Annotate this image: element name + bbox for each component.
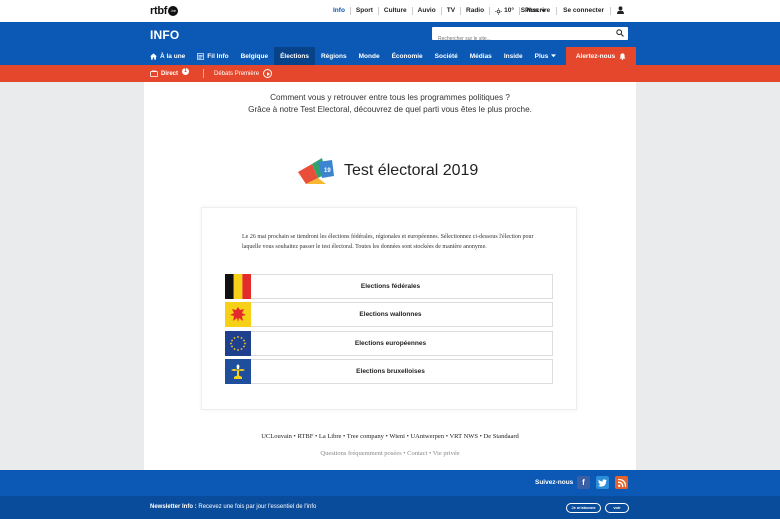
- newsletter-text: Newsletter Info : Recevez une fois par j…: [150, 504, 316, 510]
- account-links: S'inscrire Se connecter: [515, 0, 630, 22]
- election-label: Elections européennes: [354, 340, 427, 347]
- bell-icon: [619, 52, 626, 60]
- top-nav-info[interactable]: Info: [328, 7, 351, 15]
- nav-regions[interactable]: Régions: [315, 47, 353, 65]
- newsletter-description: Recevez une fois par jour l'essentiel de…: [196, 504, 317, 510]
- election-wallonia-button[interactable]: Elections wallonnes: [225, 302, 553, 327]
- election-label: Elections wallonnes: [359, 311, 422, 318]
- election-label: Elections bruxelloises: [356, 368, 425, 375]
- social-footer: [0, 470, 780, 496]
- user-icon[interactable]: [611, 5, 630, 17]
- test-title: Test électoral 2019: [344, 162, 479, 179]
- brussels-flag-icon: [225, 359, 251, 384]
- sun-icon: [495, 7, 503, 15]
- blue-header: [0, 22, 780, 47]
- nav-monde[interactable]: Monde: [353, 47, 386, 65]
- chevron-down-icon: [551, 54, 557, 58]
- subscribe-button[interactable]: Je m'abonne: [566, 503, 601, 513]
- follow-label: Suivez-nous: [535, 479, 574, 486]
- logo-text: rtbf: [150, 5, 168, 17]
- search-box[interactable]: [432, 27, 628, 46]
- nav-elections[interactable]: Élections: [274, 47, 315, 65]
- top-nav-auvio[interactable]: Auvio: [413, 7, 442, 15]
- direct-count-badge: 1: [182, 67, 190, 75]
- see-newsletter-button[interactable]: voir: [605, 503, 629, 513]
- search-icon[interactable]: [616, 29, 624, 37]
- test-electoral-logo-icon: 19: [298, 158, 334, 184]
- login-link[interactable]: Se connecter: [557, 7, 611, 15]
- signup-link[interactable]: S'inscrire: [515, 7, 558, 15]
- nav-inside[interactable]: Inside: [498, 47, 529, 65]
- nav-label: Fil Info: [207, 52, 229, 60]
- news-icon: [197, 52, 205, 60]
- nav-medias[interactable]: Médias: [464, 47, 498, 65]
- nav-societe[interactable]: Société: [429, 47, 464, 65]
- live-bar-content: Direct 1 Débats Première: [150, 65, 273, 82]
- weather-temp: 10°: [504, 7, 514, 14]
- top-nav-radio[interactable]: Radio: [461, 7, 491, 15]
- eu-flag-icon: [225, 331, 251, 356]
- nav-economie[interactable]: Économie: [386, 47, 429, 65]
- election-europe-button[interactable]: Elections européennes: [225, 331, 553, 356]
- top-nav-culture[interactable]: Culture: [379, 7, 413, 15]
- twitter-icon[interactable]: [596, 476, 609, 489]
- section-brand[interactable]: INFO: [150, 28, 179, 42]
- nav-belgique[interactable]: Belgique: [235, 47, 274, 65]
- home-icon: [150, 52, 157, 60]
- live-program-label: Débats Première: [214, 70, 260, 77]
- intro-text: Comment vous y retrouver entre tous les …: [144, 92, 636, 115]
- live-bar: [0, 65, 780, 82]
- nav-fil-info[interactable]: Fil Info: [191, 47, 234, 65]
- footer-links[interactable]: Questions fréquemment posées • Contact •…: [144, 450, 636, 457]
- search-input[interactable]: [432, 32, 612, 46]
- direct-label: Direct: [161, 70, 179, 77]
- card-description: Le 26 mai prochain se tiendront les élec…: [242, 234, 534, 250]
- facebook-icon[interactable]: f: [577, 476, 590, 489]
- rss-icon[interactable]: [615, 476, 628, 489]
- rtbf-logo[interactable]: rtbf .be: [150, 5, 179, 17]
- top-nav-tv[interactable]: TV: [442, 7, 462, 15]
- wallonia-flag-icon: [225, 302, 251, 327]
- tv-icon: [150, 70, 158, 77]
- newsletter-title: Newsletter Info :: [150, 504, 197, 510]
- partners-list: UCLouvain • RTBF • La Libre • Tree compa…: [261, 433, 519, 440]
- nav-a-la-une[interactable]: À la une: [144, 47, 191, 65]
- election-label: Elections fédérales: [360, 283, 421, 290]
- alert-label: Alertez-nous: [575, 52, 616, 60]
- section-nav: À la une Fil Info Belgique Élections Rég…: [144, 47, 636, 65]
- intro-line-2: Grâce à notre Test Electoral, découvrez …: [248, 104, 532, 114]
- divider: [203, 69, 205, 78]
- nav-label: Plus: [534, 52, 549, 60]
- logo-badge: 19: [324, 168, 331, 174]
- logo-dot: .be: [168, 6, 179, 16]
- belgium-flag-icon: [225, 274, 251, 299]
- live-program-link[interactable]: Débats Première: [214, 69, 273, 78]
- intro-line-1: Comment vous y retrouver entre tous les …: [270, 93, 510, 102]
- direct-link[interactable]: Direct 1: [150, 67, 203, 77]
- election-federal-button[interactable]: Elections fédérales: [225, 274, 553, 299]
- nav-plus[interactable]: Plus: [529, 47, 563, 65]
- top-nav-sport[interactable]: Sport: [351, 7, 379, 15]
- nav-label: À la une: [160, 52, 186, 60]
- alert-button[interactable]: Alertez-nous: [566, 47, 636, 65]
- play-icon[interactable]: [263, 69, 273, 78]
- newsletter-footer: [0, 496, 780, 519]
- election-brussels-button[interactable]: Elections bruxelloises: [225, 359, 553, 384]
